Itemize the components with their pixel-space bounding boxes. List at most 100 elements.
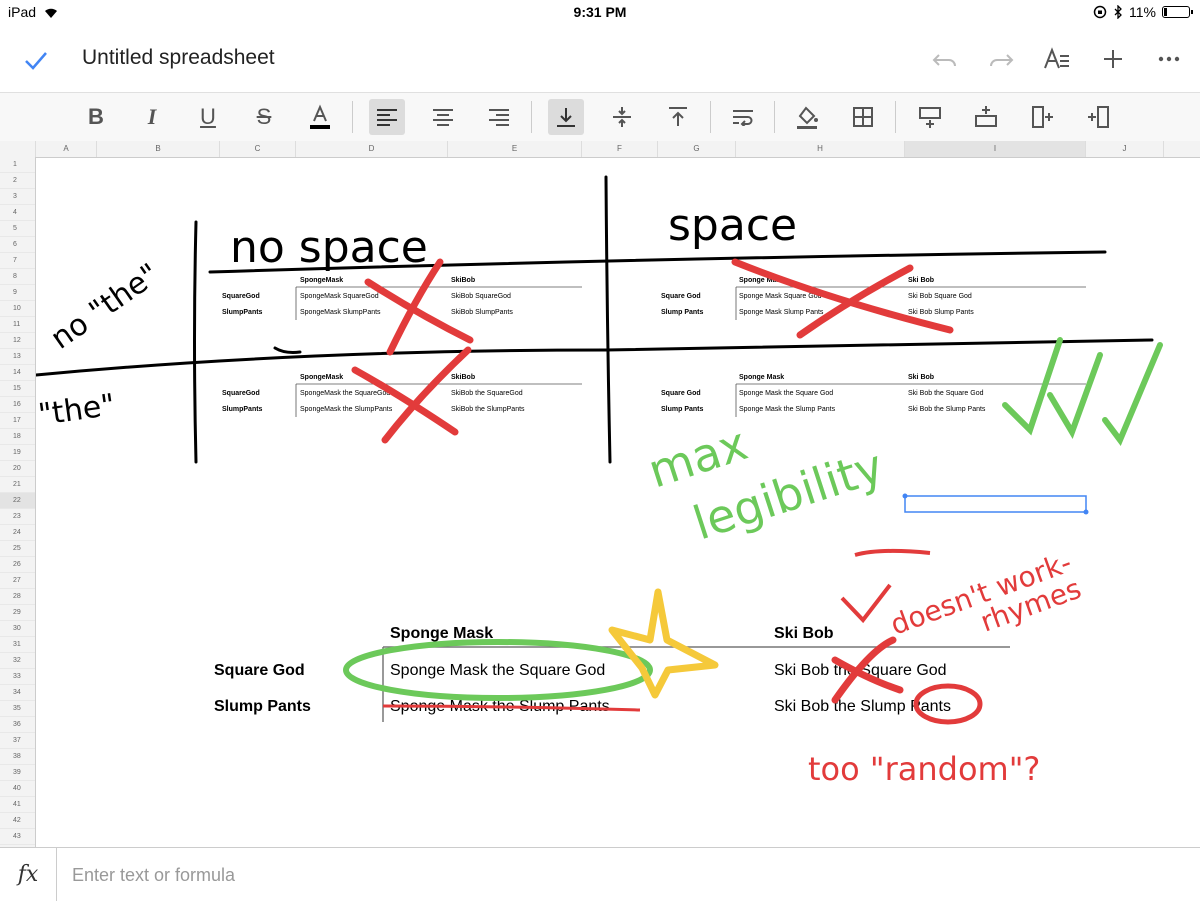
row-header[interactable]: 6 (0, 237, 35, 253)
align-right-icon[interactable] (481, 99, 517, 135)
row-header[interactable]: 15 (0, 381, 35, 397)
table-header: Ski Bob (774, 625, 834, 642)
star-icon (608, 588, 719, 699)
row-header[interactable]: 29 (0, 605, 35, 621)
underline-icon[interactable]: U (190, 99, 226, 135)
row-header[interactable]: 3 (0, 189, 35, 205)
row-header[interactable]: 23 (0, 509, 35, 525)
document-title[interactable]: Untitled spreadsheet (82, 46, 275, 70)
row-header[interactable]: 8 (0, 269, 35, 285)
orientation-lock-icon (1093, 5, 1107, 19)
formula-input[interactable] (70, 858, 1174, 892)
column-header[interactable]: G (658, 141, 736, 157)
column-header[interactable]: J (1086, 141, 1164, 157)
column-header[interactable]: E (448, 141, 582, 157)
valign-bottom-icon[interactable] (548, 99, 584, 135)
row-header-selected[interactable]: 22 (0, 493, 35, 509)
row-header[interactable]: 21 (0, 477, 35, 493)
fill-color-icon[interactable] (789, 99, 825, 135)
format-toolbar: B I U S (0, 93, 1200, 142)
row-header[interactable]: 18 (0, 429, 35, 445)
row-header[interactable]: 10 (0, 301, 35, 317)
row-header[interactable]: 37 (0, 733, 35, 749)
undo-icon[interactable] (928, 44, 962, 74)
row-header[interactable]: 36 (0, 717, 35, 733)
column-header[interactable]: D (296, 141, 448, 157)
text-color-icon[interactable] (302, 99, 338, 135)
row-header[interactable]: 1 (0, 157, 35, 173)
selected-cell[interactable] (904, 495, 1087, 513)
row-header[interactable]: 24 (0, 525, 35, 541)
insert-row-above-icon[interactable] (912, 99, 948, 135)
row-label: Slump Pants (661, 406, 704, 413)
column-header[interactable]: B (97, 141, 220, 157)
row-header[interactable]: 17 (0, 413, 35, 429)
row-header[interactable]: 34 (0, 685, 35, 701)
row-label: SquareGod (222, 390, 260, 397)
column-header[interactable]: C (220, 141, 296, 157)
row-header[interactable]: 33 (0, 669, 35, 685)
column-header-selected[interactable]: I (905, 141, 1086, 157)
column-header[interactable]: A (36, 141, 97, 157)
row-header[interactable]: 32 (0, 653, 35, 669)
row-header[interactable]: 9 (0, 285, 35, 301)
table-header: Ski Bob (908, 374, 934, 381)
table-cell: SkiBob SquareGod (451, 293, 511, 300)
italic-icon[interactable]: I (134, 99, 170, 135)
row-header[interactable]: 41 (0, 797, 35, 813)
row-header[interactable]: 2 (0, 173, 35, 189)
row-header[interactable]: 27 (0, 573, 35, 589)
row-header[interactable]: 25 (0, 541, 35, 557)
valign-top-icon[interactable] (660, 99, 696, 135)
column-header[interactable]: H (736, 141, 905, 157)
row-header[interactable]: 43 (0, 829, 35, 845)
row-header[interactable]: 26 (0, 557, 35, 573)
row-header[interactable]: 38 (0, 749, 35, 765)
battery-percent: 11% (1129, 4, 1156, 20)
column-header[interactable]: F (582, 141, 658, 157)
table-cell: Ski Bob the Square God (908, 390, 984, 397)
row-header[interactable]: 16 (0, 397, 35, 413)
row-header[interactable]: 39 (0, 765, 35, 781)
borders-icon[interactable] (845, 99, 881, 135)
more-icon[interactable] (1152, 44, 1186, 74)
row-label: Square God (214, 662, 305, 679)
valign-middle-icon[interactable] (604, 99, 640, 135)
add-icon[interactable] (1096, 44, 1130, 74)
wrap-icon[interactable] (725, 99, 761, 135)
row-header[interactable]: 14 (0, 365, 35, 381)
table-header: Ski Bob (908, 277, 934, 284)
align-center-icon[interactable] (425, 99, 461, 135)
align-left-icon[interactable] (369, 99, 405, 135)
redo-icon[interactable] (984, 44, 1018, 74)
select-all-corner[interactable] (0, 141, 36, 157)
row-header[interactable]: 20 (0, 461, 35, 477)
row-header[interactable]: 42 (0, 813, 35, 829)
bold-icon[interactable]: B (78, 99, 114, 135)
text-format-icon[interactable] (1040, 44, 1074, 74)
table-cell: Ski Bob the Slump Pants (908, 406, 986, 413)
row-header[interactable]: 11 (0, 317, 35, 333)
row-label: SlumpPants (222, 406, 263, 413)
row-header[interactable]: 12 (0, 333, 35, 349)
row-header[interactable]: 7 (0, 253, 35, 269)
row-label: Square God (661, 293, 701, 300)
insert-row-below-icon[interactable] (968, 99, 1004, 135)
row-header[interactable]: 30 (0, 621, 35, 637)
selection-handle[interactable] (1083, 509, 1089, 515)
row-header[interactable]: 19 (0, 445, 35, 461)
row-header[interactable]: 31 (0, 637, 35, 653)
insert-column-right-icon[interactable] (1080, 99, 1116, 135)
check-icon[interactable] (22, 46, 50, 74)
row-header[interactable]: 4 (0, 205, 35, 221)
table-header: SpongeMask (300, 277, 343, 284)
strikethrough-icon[interactable]: S (246, 99, 282, 135)
selection-handle[interactable] (902, 493, 908, 499)
row-header[interactable]: 5 (0, 221, 35, 237)
row-header[interactable]: 40 (0, 781, 35, 797)
row-header[interactable]: 13 (0, 349, 35, 365)
sheet-grid[interactable]: SpongeMask SkiBob SquareGod SpongeMask S… (36, 157, 1200, 847)
row-header[interactable]: 35 (0, 701, 35, 717)
row-header[interactable]: 28 (0, 589, 35, 605)
insert-column-left-icon[interactable] (1025, 99, 1061, 135)
